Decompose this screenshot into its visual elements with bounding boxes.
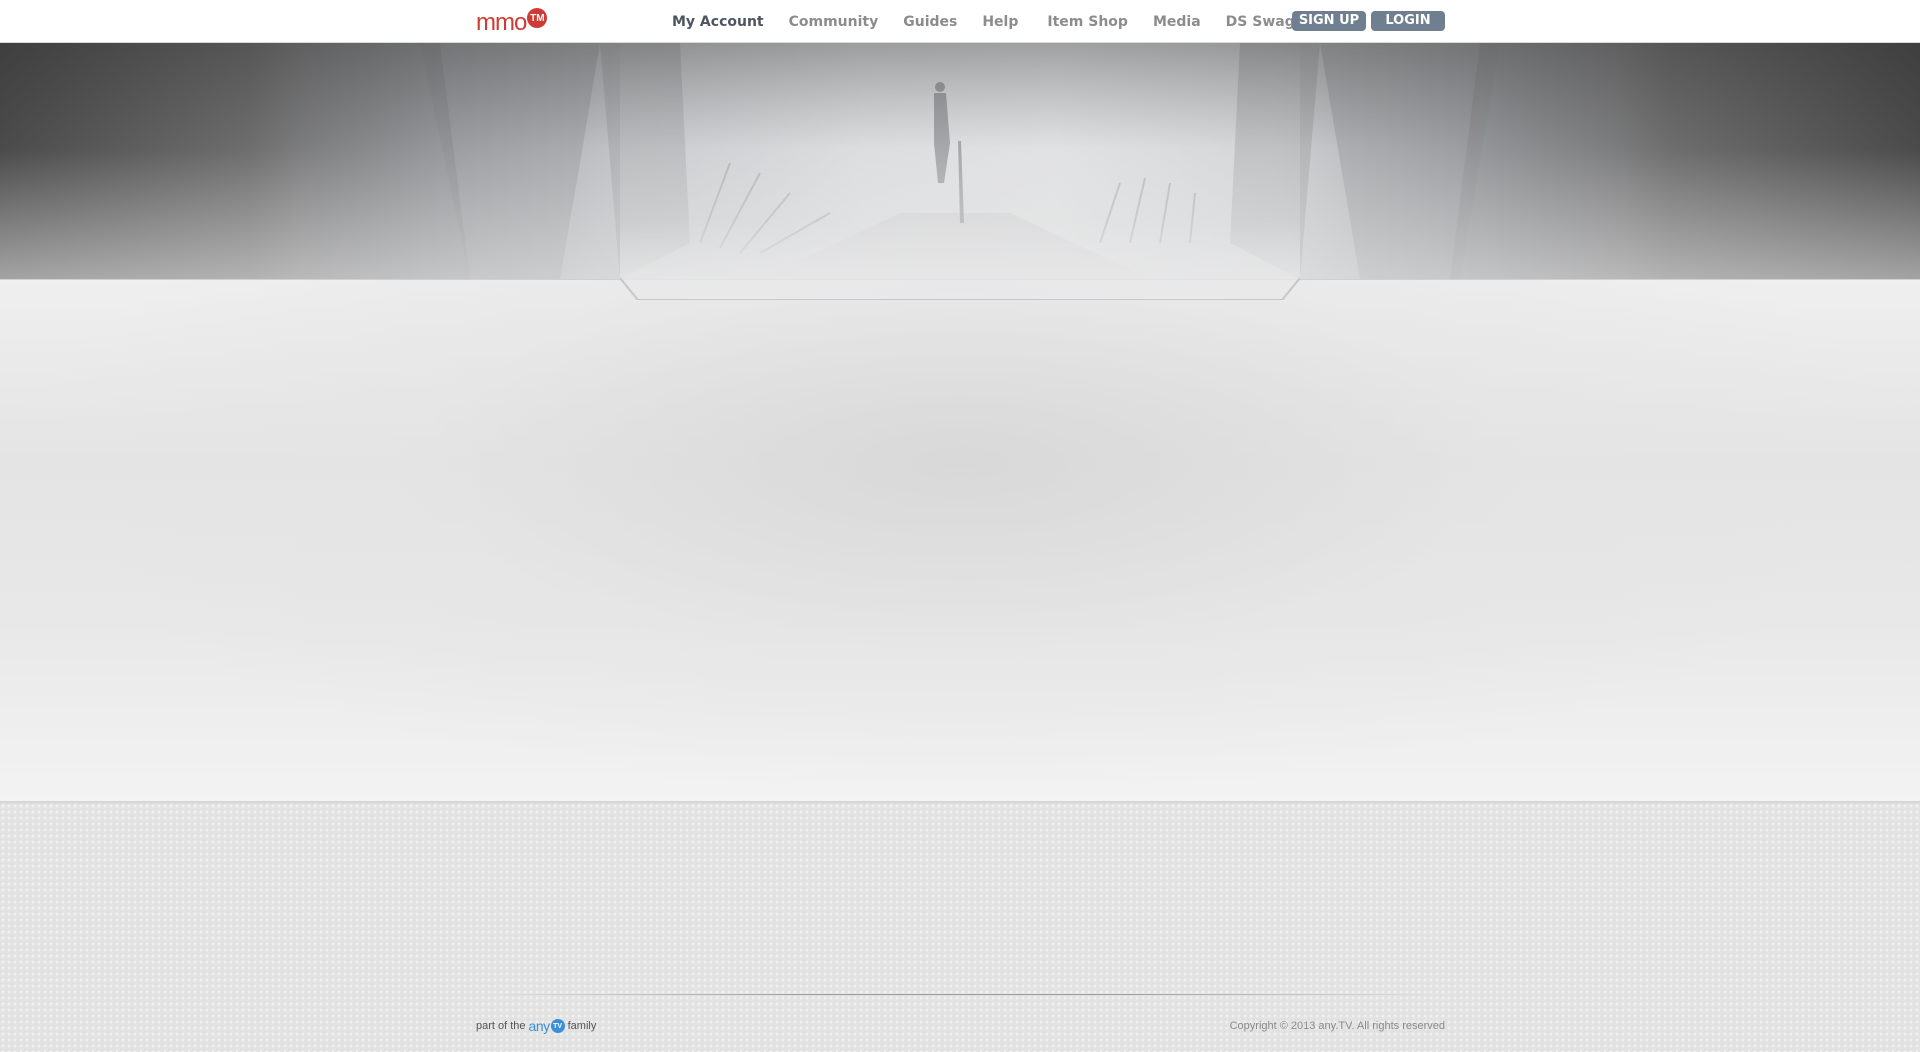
auth-buttons: SIGN UP LOGIN <box>1292 11 1445 31</box>
nav-item-guides[interactable]: Guides <box>903 14 957 30</box>
top-navigation-bar: mmo TM My Account Community Guides Help … <box>0 0 1920 43</box>
site-logo[interactable]: mmo TM <box>476 8 548 36</box>
top-navigation-inner: mmo TM My Account Community Guides Help … <box>476 0 1445 43</box>
anytv-logo-badge: TV <box>550 1019 565 1033</box>
main-content-area <box>0 279 1920 803</box>
footer: part of the any TV family Copyright © 20… <box>476 1018 1445 1034</box>
hero-center-plate <box>620 36 1300 300</box>
nav-item-item-shop[interactable]: Item Shop <box>1047 14 1128 30</box>
logo-text: mmo <box>476 9 527 36</box>
logo-badge: TM <box>527 8 548 28</box>
login-button[interactable]: LOGIN <box>1371 11 1445 31</box>
nav-item-my-account[interactable]: My Account <box>672 14 764 30</box>
anytv-logo-text: any <box>528 1018 551 1034</box>
main-nav: My Account Community Guides Help Item Sh… <box>672 0 1320 43</box>
nav-item-media[interactable]: Media <box>1153 14 1201 30</box>
footer-suffix: family <box>567 1020 597 1032</box>
anytv-logo-link[interactable]: any TV <box>529 1019 565 1033</box>
nav-item-community[interactable]: Community <box>789 14 879 30</box>
footer-area: part of the any TV family Copyright © 20… <box>0 803 1920 1052</box>
footer-divider <box>476 994 1445 995</box>
footer-prefix: part of the <box>476 1020 526 1032</box>
copyright-text: Copyright © 2013 any.TV. All rights rese… <box>1229 1020 1445 1032</box>
sign-up-button[interactable]: SIGN UP <box>1292 11 1366 31</box>
nav-item-help[interactable]: Help <box>982 14 1018 30</box>
nav-item-ds-swag[interactable]: DS Swag <box>1226 14 1295 30</box>
footer-family-note: part of the any TV family <box>476 1019 596 1033</box>
